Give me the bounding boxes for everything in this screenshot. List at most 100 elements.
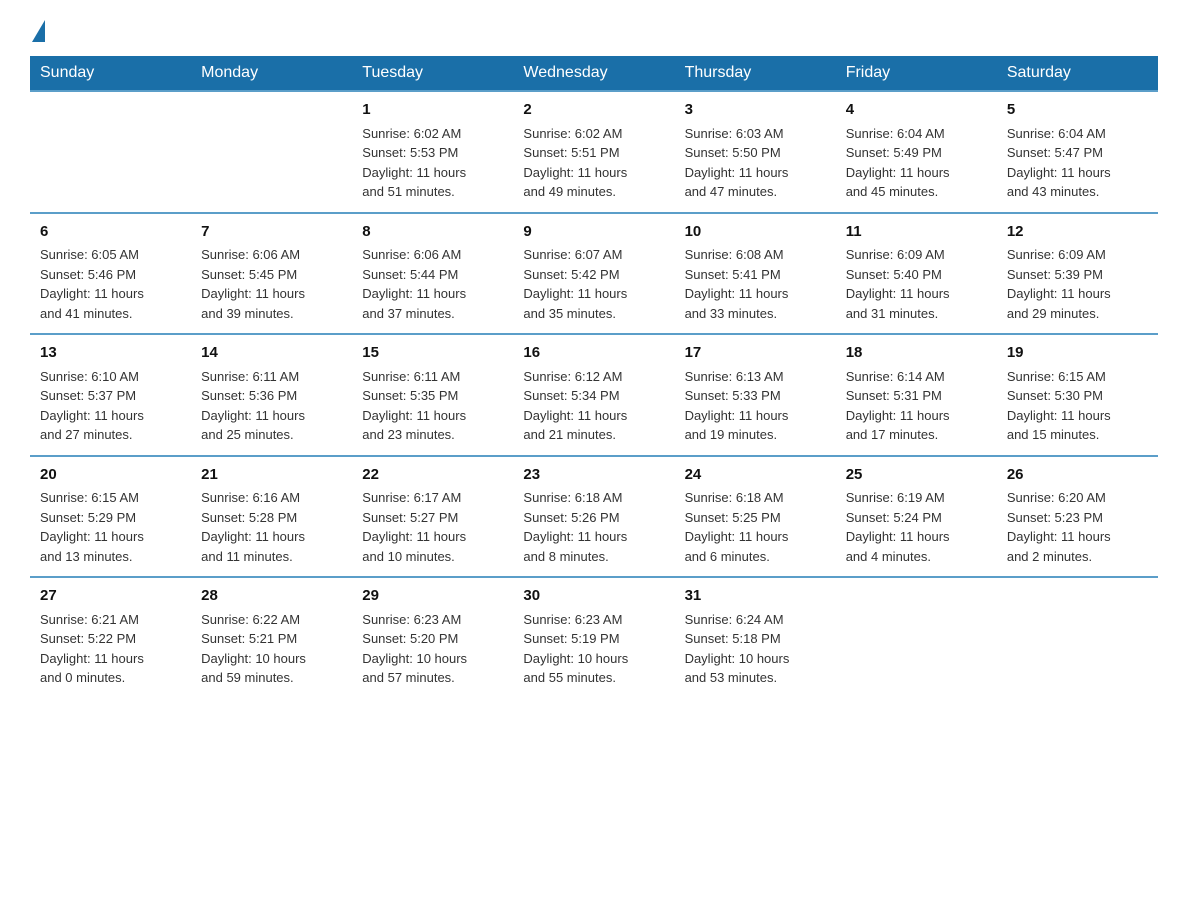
day-info-line: and 13 minutes.	[40, 547, 181, 567]
calendar-cell: 27Sunrise: 6:21 AMSunset: 5:22 PMDayligh…	[30, 577, 191, 698]
day-info-line: and 10 minutes.	[362, 547, 503, 567]
day-number: 13	[40, 342, 181, 365]
logo	[30, 20, 45, 46]
day-info-line: Sunrise: 6:17 AM	[362, 488, 503, 508]
calendar-cell	[997, 577, 1158, 698]
day-info-line: Daylight: 11 hours	[1007, 284, 1148, 304]
day-info-line: and 47 minutes.	[685, 182, 826, 202]
calendar-cell: 24Sunrise: 6:18 AMSunset: 5:25 PMDayligh…	[675, 456, 836, 578]
day-number: 9	[523, 221, 664, 244]
day-info-line: Daylight: 11 hours	[40, 284, 181, 304]
day-info-line: Sunset: 5:20 PM	[362, 629, 503, 649]
day-number: 25	[846, 464, 987, 487]
calendar-cell: 14Sunrise: 6:11 AMSunset: 5:36 PMDayligh…	[191, 334, 352, 456]
day-info-line: Sunrise: 6:18 AM	[523, 488, 664, 508]
day-number: 2	[523, 99, 664, 122]
day-info-line: and 23 minutes.	[362, 425, 503, 445]
calendar-cell	[836, 577, 997, 698]
day-info-line: Daylight: 11 hours	[1007, 527, 1148, 547]
day-info-line: and 37 minutes.	[362, 304, 503, 324]
day-info-line: Sunrise: 6:11 AM	[362, 367, 503, 387]
calendar-cell: 7Sunrise: 6:06 AMSunset: 5:45 PMDaylight…	[191, 213, 352, 335]
day-info-line: Daylight: 11 hours	[1007, 163, 1148, 183]
calendar-cell	[191, 91, 352, 213]
day-info-line: Sunrise: 6:07 AM	[523, 245, 664, 265]
day-info-line: Sunset: 5:41 PM	[685, 265, 826, 285]
day-info-line: Sunrise: 6:12 AM	[523, 367, 664, 387]
calendar-header: SundayMondayTuesdayWednesdayThursdayFrid…	[30, 56, 1158, 91]
day-info-line: Sunrise: 6:15 AM	[40, 488, 181, 508]
day-info-line: Daylight: 11 hours	[523, 284, 664, 304]
day-number: 12	[1007, 221, 1148, 244]
day-number: 8	[362, 221, 503, 244]
day-info-line: Daylight: 11 hours	[846, 527, 987, 547]
day-info-line: and 55 minutes.	[523, 668, 664, 688]
day-info-line: Sunset: 5:30 PM	[1007, 386, 1148, 406]
day-info-line: Sunset: 5:22 PM	[40, 629, 181, 649]
calendar-cell: 18Sunrise: 6:14 AMSunset: 5:31 PMDayligh…	[836, 334, 997, 456]
calendar-week-1: 1Sunrise: 6:02 AMSunset: 5:53 PMDaylight…	[30, 91, 1158, 213]
day-info-line: Sunrise: 6:15 AM	[1007, 367, 1148, 387]
day-number: 4	[846, 99, 987, 122]
calendar-cell: 2Sunrise: 6:02 AMSunset: 5:51 PMDaylight…	[513, 91, 674, 213]
calendar-cell: 10Sunrise: 6:08 AMSunset: 5:41 PMDayligh…	[675, 213, 836, 335]
calendar-cell: 5Sunrise: 6:04 AMSunset: 5:47 PMDaylight…	[997, 91, 1158, 213]
day-number: 15	[362, 342, 503, 365]
day-info-line: and 4 minutes.	[846, 547, 987, 567]
day-info-line: Sunrise: 6:14 AM	[846, 367, 987, 387]
day-number: 11	[846, 221, 987, 244]
day-info-line: Sunset: 5:50 PM	[685, 143, 826, 163]
day-info-line: Daylight: 11 hours	[685, 406, 826, 426]
day-number: 20	[40, 464, 181, 487]
day-info-line: Sunset: 5:23 PM	[1007, 508, 1148, 528]
day-info-line: and 39 minutes.	[201, 304, 342, 324]
day-info-line: Sunset: 5:31 PM	[846, 386, 987, 406]
day-number: 22	[362, 464, 503, 487]
calendar-cell: 4Sunrise: 6:04 AMSunset: 5:49 PMDaylight…	[836, 91, 997, 213]
day-info-line: Daylight: 11 hours	[685, 527, 826, 547]
day-info-line: Sunrise: 6:19 AM	[846, 488, 987, 508]
day-info-line: Sunrise: 6:06 AM	[201, 245, 342, 265]
calendar-body: 1Sunrise: 6:02 AMSunset: 5:53 PMDaylight…	[30, 91, 1158, 698]
day-info-line: Daylight: 11 hours	[362, 527, 503, 547]
calendar-cell: 11Sunrise: 6:09 AMSunset: 5:40 PMDayligh…	[836, 213, 997, 335]
calendar-cell: 20Sunrise: 6:15 AMSunset: 5:29 PMDayligh…	[30, 456, 191, 578]
day-info-line: Sunset: 5:40 PM	[846, 265, 987, 285]
calendar-cell: 26Sunrise: 6:20 AMSunset: 5:23 PMDayligh…	[997, 456, 1158, 578]
calendar-cell: 19Sunrise: 6:15 AMSunset: 5:30 PMDayligh…	[997, 334, 1158, 456]
day-info-line: Daylight: 11 hours	[523, 163, 664, 183]
day-info-line: Sunset: 5:18 PM	[685, 629, 826, 649]
day-info-line: Sunset: 5:53 PM	[362, 143, 503, 163]
calendar-week-2: 6Sunrise: 6:05 AMSunset: 5:46 PMDaylight…	[30, 213, 1158, 335]
day-info-line: Sunrise: 6:10 AM	[40, 367, 181, 387]
day-number: 23	[523, 464, 664, 487]
day-info-line: and 17 minutes.	[846, 425, 987, 445]
day-number: 16	[523, 342, 664, 365]
day-info-line: Daylight: 11 hours	[1007, 406, 1148, 426]
day-info-line: Daylight: 11 hours	[523, 527, 664, 547]
day-info-line: Daylight: 11 hours	[201, 284, 342, 304]
day-info-line: Daylight: 11 hours	[201, 527, 342, 547]
day-number: 6	[40, 221, 181, 244]
day-info-line: Sunset: 5:33 PM	[685, 386, 826, 406]
day-info-line: and 2 minutes.	[1007, 547, 1148, 567]
day-info-line: Sunrise: 6:09 AM	[846, 245, 987, 265]
day-info-line: Sunrise: 6:11 AM	[201, 367, 342, 387]
calendar-week-5: 27Sunrise: 6:21 AMSunset: 5:22 PMDayligh…	[30, 577, 1158, 698]
page-header	[30, 20, 1158, 46]
weekday-header-sunday: Sunday	[30, 56, 191, 91]
weekday-header-monday: Monday	[191, 56, 352, 91]
day-number: 30	[523, 585, 664, 608]
day-info-line: Sunset: 5:36 PM	[201, 386, 342, 406]
calendar-cell	[30, 91, 191, 213]
day-info-line: Sunset: 5:28 PM	[201, 508, 342, 528]
day-info-line: Sunrise: 6:20 AM	[1007, 488, 1148, 508]
day-info-line: Sunset: 5:47 PM	[1007, 143, 1148, 163]
day-info-line: Sunset: 5:34 PM	[523, 386, 664, 406]
day-info-line: Daylight: 11 hours	[846, 284, 987, 304]
day-info-line: Sunset: 5:42 PM	[523, 265, 664, 285]
day-info-line: Sunset: 5:45 PM	[201, 265, 342, 285]
day-info-line: and 51 minutes.	[362, 182, 503, 202]
day-info-line: and 41 minutes.	[40, 304, 181, 324]
calendar-cell: 15Sunrise: 6:11 AMSunset: 5:35 PMDayligh…	[352, 334, 513, 456]
